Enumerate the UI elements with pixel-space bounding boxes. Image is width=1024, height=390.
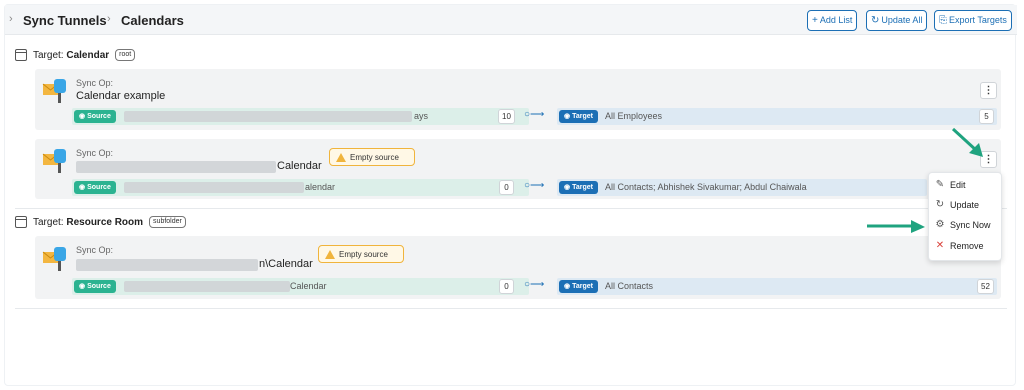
target-bar: ◉ Target All Contacts 52 (557, 278, 997, 295)
eye-icon: ◉ (564, 113, 571, 120)
redacted-title (76, 259, 258, 271)
calendar-icon (15, 216, 27, 228)
link-arrow-icon: ○⟶ (524, 279, 545, 290)
chevron-right-icon: › (9, 13, 13, 25)
divider (15, 308, 1007, 309)
source-text: alendar (305, 182, 336, 192)
eye-icon: ◉ (79, 283, 86, 290)
mailbox-icon (42, 149, 66, 173)
source-text: ays (414, 111, 429, 121)
more-options-button[interactable]: ⋮ (980, 82, 997, 99)
source-count: 0 (499, 279, 514, 294)
top-bar: › Sync Tunnels › Calendars + Add List ↻ … (5, 5, 1017, 35)
redacted-source (124, 182, 304, 193)
source-pill: ◉ Source (74, 110, 116, 123)
menu-item-update[interactable]: ↻ Update (935, 199, 979, 210)
sync-op-row: Sync Op: n\Calendar Empty source ◉ Sourc… (35, 236, 1001, 299)
eye-icon: ◉ (79, 184, 86, 191)
export-targets-button[interactable]: ⎘ Export Targets (934, 10, 1012, 31)
refresh-icon: ↻ (871, 15, 880, 26)
sync-op-row: Sync Op: Calendar example ⋮ ◉ Source ays… (35, 69, 1001, 130)
eye-icon: ◉ (564, 283, 571, 290)
breadcrumb-calendars: Calendars (121, 13, 184, 28)
eye-icon: ◉ (564, 184, 571, 191)
group-title: Target: Calendar (33, 49, 110, 61)
redacted-title (76, 161, 276, 173)
gear-icon: ⚙ (935, 219, 945, 230)
mailbox-icon (42, 79, 66, 103)
plus-icon: + (812, 15, 818, 26)
target-text: All Contacts (605, 281, 654, 291)
group-header-calendar: Target: Calendar root (15, 49, 136, 61)
warning-icon (325, 249, 335, 259)
sync-op-label: Sync Op: (76, 245, 114, 255)
source-bar: ◉ Source alendar 0 (72, 179, 529, 196)
target-bar: ◉ Target All Employees 5 (557, 108, 997, 125)
mailbox-icon (42, 247, 66, 271)
chevron-right-icon: › (107, 13, 111, 25)
sync-op-row: Sync Op: Calendar Empty source ⋮ ◉ Sourc… (35, 139, 1001, 199)
calendar-icon (15, 49, 27, 61)
sync-op-title: Calendar example (76, 90, 166, 102)
source-text: Calendar (290, 281, 327, 291)
target-text: All Employees (605, 111, 663, 121)
export-icon: ⎘ (939, 15, 947, 26)
group-header-resource-room: Target: Resource Room subfolder (15, 216, 186, 228)
root-tag: root (115, 49, 136, 61)
close-icon: ✕ (935, 240, 945, 251)
empty-source-badge: Empty source (329, 148, 415, 166)
annotation-arrow-icon (867, 220, 925, 233)
sync-tunnels-page: › Sync Tunnels › Calendars + Add List ↻ … (4, 4, 1017, 386)
group-title: Target: Resource Room (33, 216, 144, 228)
warning-icon (336, 152, 346, 162)
pencil-icon: ✎ (935, 179, 945, 190)
target-pill: ◉ Target (559, 280, 598, 293)
source-bar: ◉ Source Calendar 0 (72, 278, 529, 295)
divider (15, 208, 1007, 209)
refresh-icon: ↻ (935, 199, 945, 210)
redacted-source (124, 281, 290, 292)
target-text: All Contacts; Abhishek Sivakumar; Abdul … (605, 182, 807, 192)
add-list-button[interactable]: + Add List (807, 10, 858, 31)
sync-op-title: Calendar (277, 160, 322, 172)
redacted-source (124, 111, 412, 122)
row-context-menu: ✎ Edit ↻ Update ⚙ Sync Now ✕ Remove (928, 172, 1002, 261)
target-count: 5 (979, 109, 994, 124)
source-bar: ◉ Source ays 10 (72, 108, 529, 125)
update-all-button[interactable]: ↻ Update All (866, 10, 928, 31)
update-all-label: Update All (881, 15, 923, 25)
breadcrumb-sync-tunnels[interactable]: Sync Tunnels (23, 13, 107, 28)
menu-item-remove[interactable]: ✕ Remove (935, 240, 984, 251)
source-count: 0 (499, 180, 514, 195)
menu-item-sync-now[interactable]: ⚙ Sync Now (935, 219, 991, 230)
export-targets-label: Export Targets (949, 15, 1007, 25)
empty-source-badge: Empty source (318, 245, 404, 263)
subfolder-tag: subfolder (149, 216, 186, 228)
source-pill: ◉ Source (74, 181, 116, 194)
source-count: 10 (498, 109, 515, 124)
source-pill: ◉ Source (74, 280, 116, 293)
menu-item-edit[interactable]: ✎ Edit (935, 179, 966, 190)
add-list-label: Add List (819, 15, 853, 25)
target-pill: ◉ Target (559, 110, 598, 123)
annotation-arrow-icon (951, 127, 983, 157)
target-bar: ◉ Target All Contacts; Abhishek Sivakuma… (557, 179, 927, 196)
sync-op-label: Sync Op: (76, 78, 114, 88)
sync-op-label: Sync Op: (76, 148, 114, 158)
sync-op-title: n\Calendar (259, 258, 313, 270)
target-pill: ◉ Target (559, 181, 598, 194)
link-arrow-icon: ○⟶ (524, 180, 545, 191)
link-arrow-icon: ○⟶ (524, 109, 545, 120)
target-count: 52 (977, 279, 994, 294)
eye-icon: ◉ (79, 113, 86, 120)
